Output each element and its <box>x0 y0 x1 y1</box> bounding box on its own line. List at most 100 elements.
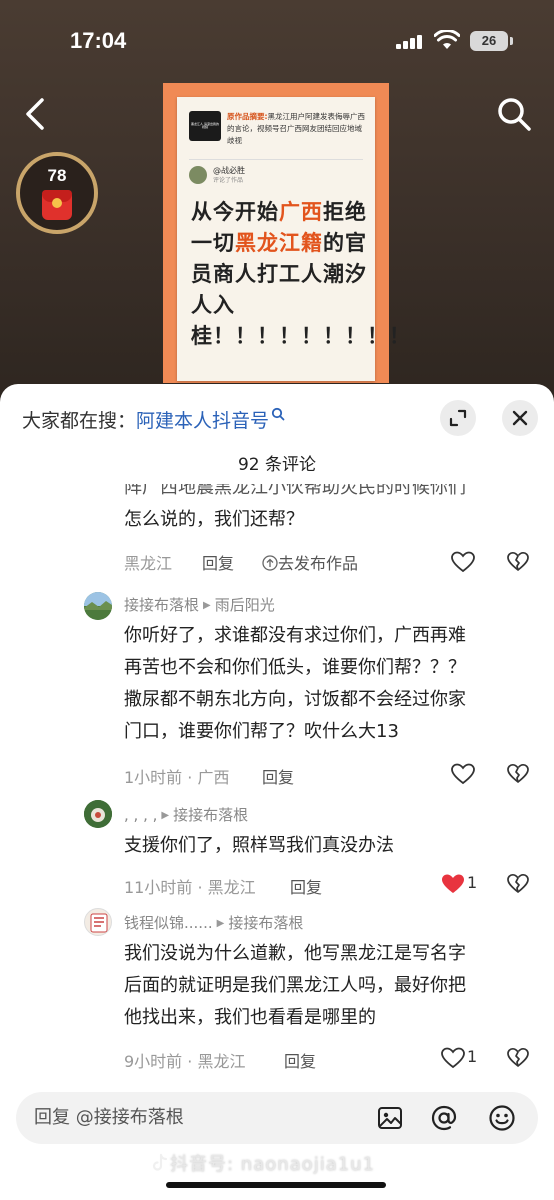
avatar-image <box>84 800 112 828</box>
battery-indicator: 26 <box>470 31 508 51</box>
comment-line: 再苦也不会和你们低头，谁要你们帮？？？ <box>124 657 466 678</box>
like-count: 1 <box>467 873 478 892</box>
red-packet-widget[interactable]: 78 <box>16 152 98 234</box>
heart-icon-liked[interactable] <box>440 872 466 896</box>
suggested-search-term[interactable]: 阿建本人抖音号 <box>136 410 269 432</box>
douyin-logo-icon <box>152 1153 168 1171</box>
comment-meta: 1小时前 · 广西 <box>124 768 230 787</box>
comment-list[interactable]: 阵广西地震黑龙江小伙帮助灾民的时候你们 怎么说的，我们还帮？ 黑龙江 回复 去发… <box>0 484 554 1094</box>
comment-meta: 黑龙江 <box>124 554 173 573</box>
broken-heart-icon[interactable] <box>506 550 530 574</box>
status-time: 17:04 <box>70 28 127 53</box>
poster-summary: 原作品摘要:黑龙江用户阿建发表侮辱广西的言论，视频号召广西网友团结回应地域歧视 <box>227 111 369 147</box>
search-icon[interactable] <box>496 96 532 132</box>
avatar[interactable] <box>84 800 112 828</box>
video-area[interactable]: 17:04 26 78 黑龙江人 请滚出我的视频 原作品摘要:黑龙江用户阿建发表… <box>0 0 554 400</box>
cellular-signal-icon <box>396 33 426 49</box>
comment-author[interactable]: 钱程似锦...... <box>124 914 213 932</box>
home-indicator[interactable] <box>166 1182 386 1188</box>
reply-target[interactable]: 接接布落根 <box>173 806 248 824</box>
avatar[interactable] <box>84 908 112 936</box>
publish-work-label: 去发布作品 <box>278 554 359 573</box>
back-chevron-icon[interactable] <box>20 96 50 132</box>
comment-sheet: 大家都在搜：阿建本人抖音号 92 条评论 阵广西地震黑龙江小伙帮助灾民的时候你们… <box>0 384 554 1200</box>
poster-user: @战必胜 评论了作品 <box>189 165 369 187</box>
poster-divider <box>189 159 363 160</box>
avatar-image <box>84 592 112 620</box>
poster-headline: 从今开始广西拒绝一切黑龙江籍的官员商人打工人潮汐人入桂！！！！！！！！！ <box>191 197 410 352</box>
broken-heart-icon[interactable] <box>506 762 530 786</box>
comment-line: 后面的就证明是我们黑龙江人吗，最好你把 <box>124 975 466 996</box>
broken-heart-icon[interactable] <box>506 1046 530 1070</box>
reply-arrow-icon: ▶ <box>216 918 225 929</box>
comment-text: 支援你们了，照样骂我们真没办法 <box>124 830 524 862</box>
battery-cap <box>510 37 513 45</box>
avatar[interactable] <box>84 592 112 620</box>
reply-target[interactable]: 雨后阳光 <box>215 596 275 614</box>
small-search-icon <box>271 407 285 421</box>
reply-arrow-icon: ▶ <box>161 810 170 821</box>
close-icon <box>512 410 528 426</box>
poster-summary-block: 黑龙江人 请滚出我的视频 原作品摘要:黑龙江用户阿建发表侮辱广西的言论，视频号召… <box>189 111 369 155</box>
headline-part-highlight: 黑龙江籍 <box>235 231 323 255</box>
broken-heart-icon[interactable] <box>506 872 530 896</box>
poster-paper: 黑龙江人 请滚出我的视频 原作品摘要:黑龙江用户阿建发表侮辱广西的言论，视频号召… <box>177 97 410 381</box>
comment-text: 我们没说为什么道歉，他写黑龙江是写名字 后面的就证明是我们黑龙江人吗，最好你把 … <box>124 938 524 1034</box>
comment-line: 他找出来，我们也看看是哪里的 <box>124 1007 376 1028</box>
publish-work-button[interactable]: 去发布作品 <box>262 550 358 574</box>
comment-author[interactable]: 接接布落根 <box>124 596 199 614</box>
reply-button[interactable]: 回复 <box>284 1048 316 1072</box>
headline-part-highlight: 广西 <box>279 200 323 224</box>
comment-line: 撒尿都不朝东北方向，讨饭都不会经过你家 <box>124 689 466 710</box>
publish-icon <box>262 555 278 571</box>
headline-part: 从今开始 <box>191 200 279 224</box>
expand-icon <box>449 409 467 427</box>
watermark-text: 抖音号: naonaojia1u1 <box>170 1154 376 1175</box>
douyin-watermark: 抖音号: naonaojia1u1 <box>150 1150 410 1176</box>
reply-button[interactable]: 回复 <box>290 874 322 898</box>
image-icon[interactable] <box>376 1104 404 1132</box>
red-packet-icon <box>42 190 72 220</box>
like-count: 1 <box>467 1047 478 1066</box>
comment-count-title: 92 条评论 <box>237 455 317 475</box>
comment-text: 你听好了，求谁都没有求过你们，广西再难 再苦也不会和你们低头，谁要你们帮？？？ … <box>124 620 524 748</box>
heart-icon[interactable] <box>450 550 476 574</box>
poster-summary-label: 原作品摘要: <box>227 112 268 121</box>
comment-line: 怎么说的，我们还帮？ <box>124 509 304 530</box>
expand-button[interactable] <box>440 400 476 436</box>
comment-line: 你听好了，求谁都没有求过你们，广西再难 <box>124 625 466 646</box>
heart-icon[interactable] <box>440 1046 466 1070</box>
comment-meta: 11小时前 · 黑龙江 <box>124 878 256 897</box>
reply-button[interactable]: 回复 <box>262 764 294 788</box>
suggested-search[interactable]: 大家都在搜：阿建本人抖音号 <box>22 406 382 436</box>
comment-meta: 9小时前 · 黑龙江 <box>124 1052 246 1071</box>
reply-input[interactable]: 回复 @接接布落根 <box>16 1092 538 1144</box>
avatar-image <box>90 913 108 933</box>
reply-arrow-icon: ▶ <box>203 600 211 611</box>
wifi-icon <box>434 30 460 49</box>
poster-thumbnail: 黑龙江人 请滚出我的视频 <box>189 111 221 141</box>
poster-avatar <box>189 166 207 184</box>
status-bar: 17:04 26 <box>0 0 554 80</box>
comment-author[interactable]: , , , , <box>124 806 157 824</box>
reply-button[interactable]: 回复 <box>202 550 234 574</box>
heart-icon[interactable] <box>450 762 476 786</box>
close-button[interactable] <box>502 400 538 436</box>
reply-input-placeholder: 回复 @接接布落根 <box>34 1107 184 1128</box>
comment-author-line: , , , , ▶ 接接布落根 <box>124 804 248 825</box>
comment-text: 阵广西地震黑龙江小伙帮助灾民的时候你们 怎么说的，我们还帮？ <box>124 484 524 536</box>
poster-user-sub: 评论了作品 <box>213 177 244 184</box>
comment-author-line: 钱程似锦...... ▶ 接接布落根 <box>124 912 303 933</box>
emoji-icon[interactable] <box>488 1104 516 1132</box>
poster-thumb-text: 黑龙江人 请滚出我的视频 <box>191 122 219 129</box>
suggested-search-prefix: 大家都在搜： <box>22 410 137 432</box>
at-icon[interactable] <box>430 1104 458 1132</box>
comment-line: 阵广西地震黑龙江小伙帮助灾民的时候你们 <box>124 484 466 498</box>
red-packet-count: 78 <box>47 166 67 185</box>
comment-line: 我们没说为什么道歉，他写黑龙江是写名字 <box>124 943 466 964</box>
video-poster: 黑龙江人 请滚出我的视频 原作品摘要:黑龙江用户阿建发表侮辱广西的言论，视频号召… <box>163 83 410 383</box>
comment-line: 门口，谁要你们帮了？吹什么大13 <box>124 721 399 742</box>
comment-author-line: 接接布落根 ▶ 雨后阳光 <box>124 594 275 615</box>
comment-line: 支援你们了，照样骂我们真没办法 <box>124 835 394 856</box>
reply-target[interactable]: 接接布落根 <box>228 914 303 932</box>
